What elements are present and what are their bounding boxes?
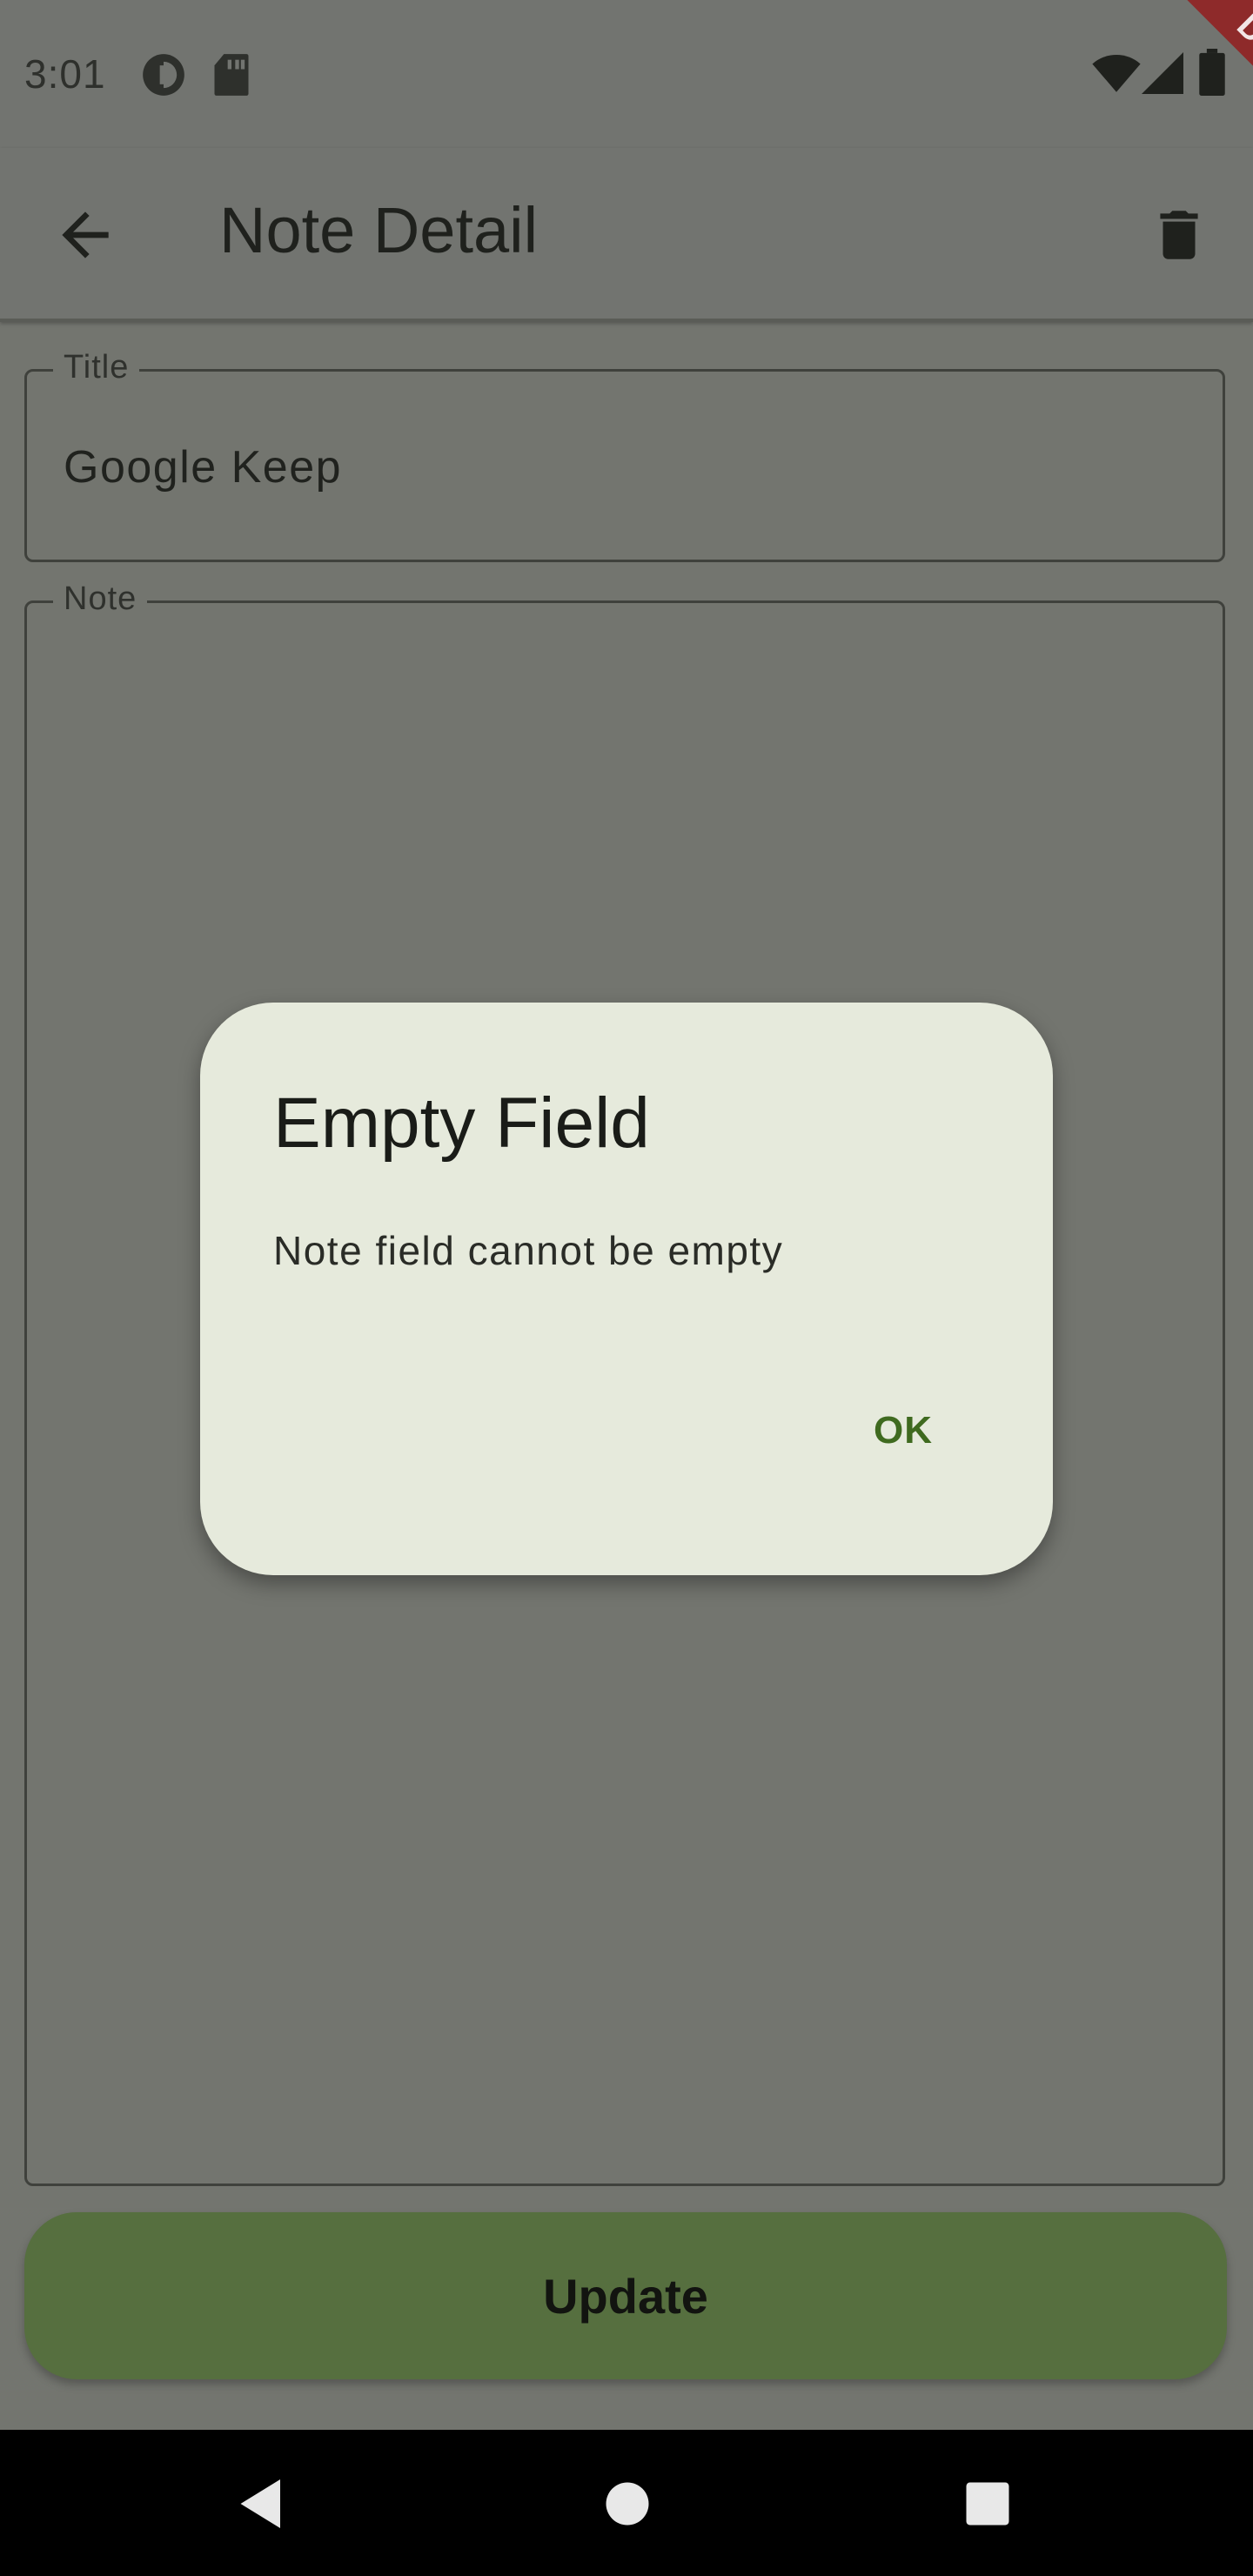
page-title: Note Detail bbox=[219, 194, 539, 266]
title-field-value: Google Keep bbox=[64, 442, 343, 493]
navigation-bar bbox=[0, 2430, 1253, 2576]
nav-home-icon[interactable] bbox=[597, 2473, 658, 2534]
update-button[interactable]: Update bbox=[24, 2212, 1227, 2379]
empty-field-dialog: Empty Field Note field cannot be empty O… bbox=[200, 1003, 1053, 1575]
nav-recents-icon[interactable] bbox=[957, 2473, 1018, 2534]
wifi-icon bbox=[1091, 54, 1142, 98]
dialog-message: Note field cannot be empty bbox=[273, 1228, 784, 1273]
delete-button[interactable] bbox=[1147, 202, 1211, 268]
nav-back-icon[interactable] bbox=[231, 2473, 292, 2534]
battery-icon bbox=[1199, 49, 1225, 100]
arrow-left-icon bbox=[62, 211, 109, 258]
note-field-label: Note bbox=[53, 580, 148, 618]
status-time: 3:01 bbox=[24, 51, 106, 97]
update-button-label: Update bbox=[543, 2268, 708, 2324]
data-saver-icon bbox=[141, 52, 186, 102]
back-button[interactable] bbox=[50, 200, 120, 270]
sd-card-icon bbox=[212, 52, 251, 102]
title-field[interactable]: Title Google Keep bbox=[24, 349, 1225, 562]
app-bar: Note Detail bbox=[0, 148, 1253, 322]
trash-icon bbox=[1160, 211, 1198, 259]
signal-icon bbox=[1142, 52, 1183, 98]
dialog-title: Empty Field bbox=[273, 1083, 650, 1163]
title-field-label: Title bbox=[53, 349, 140, 386]
dialog-ok-button[interactable]: OK bbox=[844, 1396, 962, 1466]
status-bar: 3:01 bbox=[0, 0, 1253, 148]
